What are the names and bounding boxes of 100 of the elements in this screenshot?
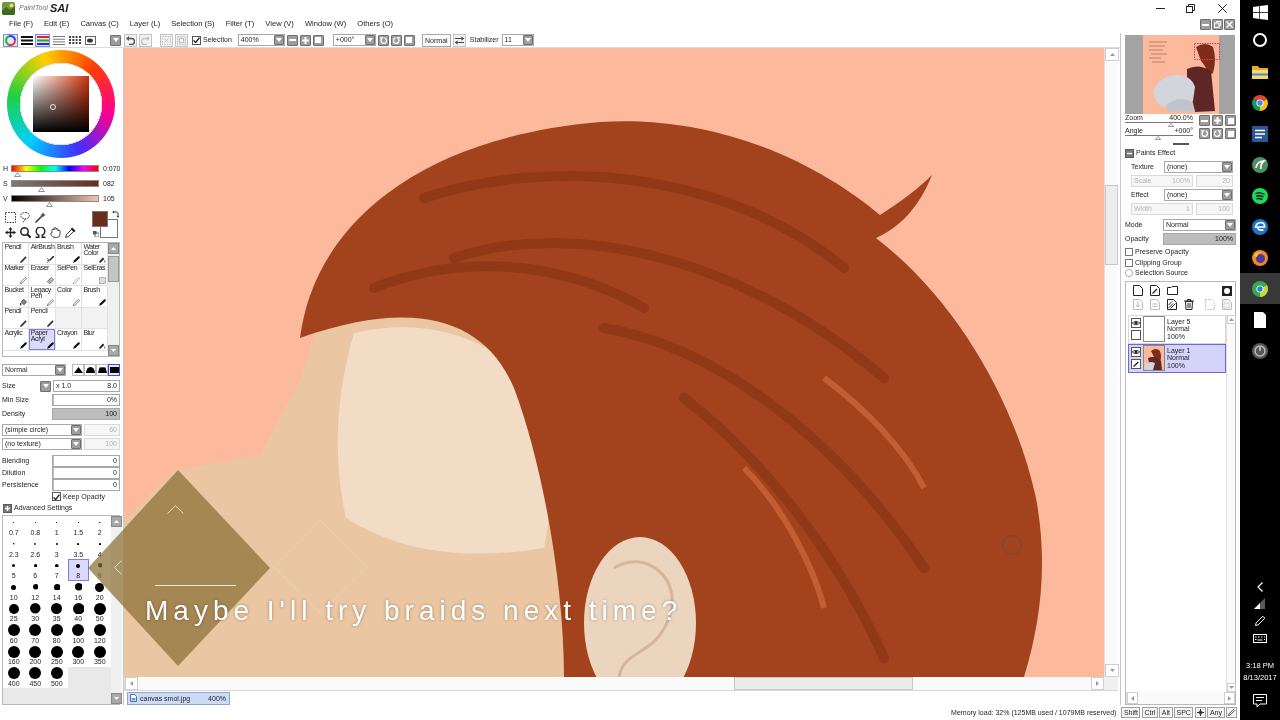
panel-toggle[interactable] xyxy=(83,33,98,47)
panel-toggle[interactable] xyxy=(19,33,34,47)
scrollbar-thumb[interactable] xyxy=(734,677,913,690)
redo-icon xyxy=(141,35,150,45)
zoom-reset-button[interactable] xyxy=(312,34,324,46)
clear-page-icon xyxy=(1167,299,1177,310)
hue-slider[interactable] xyxy=(11,165,99,177)
scroll-down-button[interactable] xyxy=(1227,683,1236,692)
splitter-handle-icon[interactable] xyxy=(1172,142,1189,145)
lasso-icon[interactable] xyxy=(20,212,31,223)
zoom-in-button[interactable] xyxy=(1212,115,1223,126)
layer-tool-button[interactable] xyxy=(1222,285,1232,296)
dropdown-button[interactable] xyxy=(71,425,81,435)
dropdown-button[interactable] xyxy=(1225,220,1235,230)
dropdown-button[interactable] xyxy=(273,35,284,45)
undo-button[interactable] xyxy=(124,33,137,47)
checkbox[interactable] xyxy=(1125,248,1133,257)
dropdown-button[interactable] xyxy=(55,365,65,375)
pen-icon[interactable] xyxy=(1255,615,1265,626)
zoom-in-button[interactable] xyxy=(299,34,311,46)
scrollbar-thumb[interactable] xyxy=(1105,185,1118,265)
scroll-right-button[interactable] xyxy=(1224,692,1235,704)
restore-icon[interactable] xyxy=(1186,3,1195,13)
selection-checkbox[interactable] xyxy=(192,35,201,45)
move-icon[interactable] xyxy=(5,227,16,238)
minimize-icon[interactable] xyxy=(1156,7,1165,9)
collapse-icon[interactable] xyxy=(1125,148,1134,158)
rotate-right-button[interactable] xyxy=(1212,128,1223,139)
size-menu-button[interactable] xyxy=(40,380,51,392)
checkbox[interactable] xyxy=(1125,258,1133,267)
up-arrow-icon xyxy=(111,247,117,250)
dropdown-button[interactable] xyxy=(522,35,533,45)
radio-button[interactable] xyxy=(1125,269,1133,278)
magnifier-icon[interactable] xyxy=(20,227,31,238)
zoom-out-button[interactable] xyxy=(286,34,298,46)
taskbar-button[interactable] xyxy=(1240,273,1280,304)
close-icon[interactable] xyxy=(1218,3,1227,13)
layer-tool-button[interactable] xyxy=(1150,285,1160,296)
dropdown-button[interactable] xyxy=(364,35,375,45)
rotate-view-icon[interactable] xyxy=(35,227,46,238)
down-arrow-icon xyxy=(111,349,117,352)
close-button[interactable] xyxy=(1224,19,1235,30)
keyboard-icon[interactable] xyxy=(1253,633,1267,643)
chevron-icon[interactable] xyxy=(1257,581,1263,592)
minimize-button[interactable] xyxy=(1200,19,1211,30)
panel-toggle[interactable] xyxy=(51,33,66,47)
layer-tool-button[interactable] xyxy=(1167,299,1177,310)
reset-colors-icon[interactable] xyxy=(93,231,99,237)
start-icon[interactable] xyxy=(1252,4,1268,20)
hand-icon[interactable] xyxy=(50,227,61,238)
dropdown-button[interactable] xyxy=(1222,190,1232,200)
saturation-slider[interactable] xyxy=(11,180,99,192)
eyedropper-icon[interactable] xyxy=(65,227,76,238)
scroll-down-button[interactable] xyxy=(108,345,120,356)
keep-opacity-checkbox[interactable] xyxy=(52,492,61,501)
notification-icon[interactable] xyxy=(1253,694,1267,708)
layer-tool-button[interactable] xyxy=(1184,299,1194,310)
zoom-reset-button[interactable] xyxy=(1225,115,1236,126)
rotate-left-button[interactable] xyxy=(377,34,389,46)
ring-icon[interactable] xyxy=(1253,33,1267,47)
value-slider[interactable] xyxy=(11,195,99,207)
flip-button[interactable] xyxy=(452,33,466,47)
brush-dot-icon xyxy=(72,602,84,615)
foreground-color-swatch[interactable] xyxy=(92,211,108,227)
eye-icon[interactable] xyxy=(1131,318,1141,328)
rotate-reset-button[interactable] xyxy=(1225,128,1236,139)
panel-toggle[interactable] xyxy=(3,33,18,47)
panel-toggle[interactable] xyxy=(35,33,50,47)
dropdown-button[interactable] xyxy=(71,439,81,449)
magic-wand-icon[interactable] xyxy=(35,212,46,223)
dropdown-button[interactable] xyxy=(1222,162,1232,172)
rectangle-select-icon[interactable] xyxy=(5,212,16,223)
swap-arrows-icon[interactable] xyxy=(112,211,119,218)
rotate-left-button[interactable] xyxy=(1199,128,1210,139)
page-icon xyxy=(1252,311,1268,328)
network-icon[interactable] xyxy=(1254,598,1266,609)
panel-toggle[interactable] xyxy=(67,33,82,47)
panel-menu-button[interactable] xyxy=(110,34,121,46)
rotate-reset-button[interactable] xyxy=(403,34,415,46)
scroll-left-button[interactable] xyxy=(1127,692,1138,704)
restore-button[interactable] xyxy=(1212,19,1223,30)
scroll-down-button[interactable] xyxy=(110,693,122,704)
scroll-up-button[interactable] xyxy=(110,516,122,527)
horizontal-scrollbar[interactable] xyxy=(124,677,1104,690)
horizontal-scrollbar[interactable] xyxy=(1126,692,1235,704)
zoom-out-button[interactable] xyxy=(1199,115,1210,126)
scroll-up-button[interactable] xyxy=(1227,314,1236,324)
expand-icon[interactable] xyxy=(3,503,12,513)
vertical-scrollbar[interactable] xyxy=(1226,314,1235,692)
vertical-scrollbar[interactable] xyxy=(1104,48,1118,677)
scrollbar-thumb[interactable] xyxy=(108,256,120,282)
saturation-value-square[interactable] xyxy=(33,76,89,132)
undo-icon xyxy=(126,35,135,45)
rotate-right-button[interactable] xyxy=(390,34,402,46)
vertical-scrollbar[interactable] xyxy=(108,243,120,356)
viewport-frame[interactable] xyxy=(1194,43,1220,60)
layer-tool-button[interactable] xyxy=(1133,285,1143,296)
scroll-up-button[interactable] xyxy=(108,243,120,254)
layer-tool-button[interactable] xyxy=(1167,286,1178,295)
eye-icon[interactable] xyxy=(1131,347,1141,357)
